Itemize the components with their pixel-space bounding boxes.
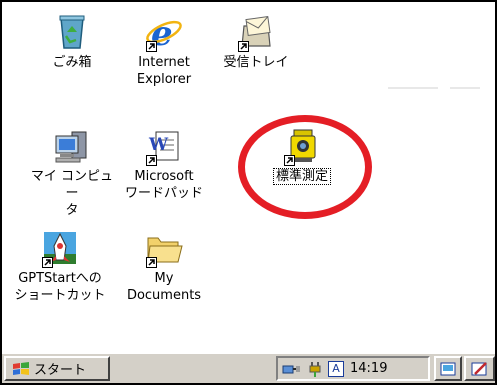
desktop-icon-inbox[interactable]: 受信トレイ <box>210 12 302 71</box>
start-label: スタート <box>34 363 87 378</box>
total-station-icon <box>282 126 322 166</box>
internet-explorer-label: Internet Explorer <box>136 55 192 87</box>
gptstart-label: GPTStartへの ショートカット <box>14 271 106 303</box>
connection-icon[interactable] <box>282 361 302 377</box>
desktop: ごみ箱 e Internet Explorer 受信トレイ マイ コンピュー タ… <box>0 0 497 385</box>
my-computer-icon <box>52 126 92 166</box>
pen-input-icon <box>471 361 487 375</box>
folder-icon <box>144 228 184 268</box>
internet-explorer-icon: e <box>144 12 184 54</box>
my-documents-label: My Documents <box>126 271 202 303</box>
recycle-bin-label: ごみ箱 <box>52 55 92 70</box>
show-desktop-icon <box>440 362 456 375</box>
input-panel-button[interactable] <box>464 356 495 381</box>
desktop-artifact <box>388 87 438 89</box>
desktop-artifact <box>450 87 480 89</box>
desktop-icon-standard-measurement[interactable]: 標準測定 <box>256 126 348 185</box>
shortcut-arrow-icon <box>146 257 157 268</box>
wordpad-icon: W <box>144 126 184 166</box>
shortcut-arrow-icon <box>238 41 249 52</box>
shortcut-arrow-icon <box>42 257 53 268</box>
desktop-icon-recycle-bin[interactable]: ごみ箱 <box>26 12 118 71</box>
inbox-label: 受信トレイ <box>223 55 289 70</box>
wordpad-label: Microsoft ワードパッド <box>124 169 203 201</box>
power-plug-icon[interactable] <box>306 360 324 378</box>
shortcut-arrow-icon <box>146 155 157 166</box>
desktop-icon-gptstart[interactable]: GPTStartへの ショートカット <box>8 228 112 304</box>
desktop-icon-wordpad[interactable]: W Microsoft ワードパッド <box>118 126 210 202</box>
standard-measurement-label: 標準測定 <box>256 168 348 185</box>
clock: 14:19 <box>350 361 388 376</box>
desktop-icon-my-computer[interactable]: マイ コンピュー タ <box>26 126 118 219</box>
windows-flag-icon <box>13 361 29 375</box>
taskbar: スタート A 14:19 <box>2 352 495 383</box>
start-button[interactable]: スタート <box>4 356 110 381</box>
gptstart-icon <box>40 228 80 268</box>
shortcut-arrow-icon <box>284 155 295 166</box>
desktop-icon-my-documents[interactable]: My Documents <box>118 228 210 304</box>
system-tray: A 14:19 <box>276 356 430 381</box>
recycle-bin-icon <box>52 12 92 52</box>
my-computer-label: マイ コンピュー タ <box>30 169 114 218</box>
shortcut-arrow-icon <box>146 41 157 52</box>
inbox-icon <box>236 12 276 52</box>
desktop-icon-internet-explorer[interactable]: e Internet Explorer <box>118 12 210 88</box>
desktop-toggle-button[interactable] <box>434 356 462 381</box>
svg-text:W: W <box>148 135 169 155</box>
input-mode-indicator[interactable]: A <box>328 360 344 377</box>
